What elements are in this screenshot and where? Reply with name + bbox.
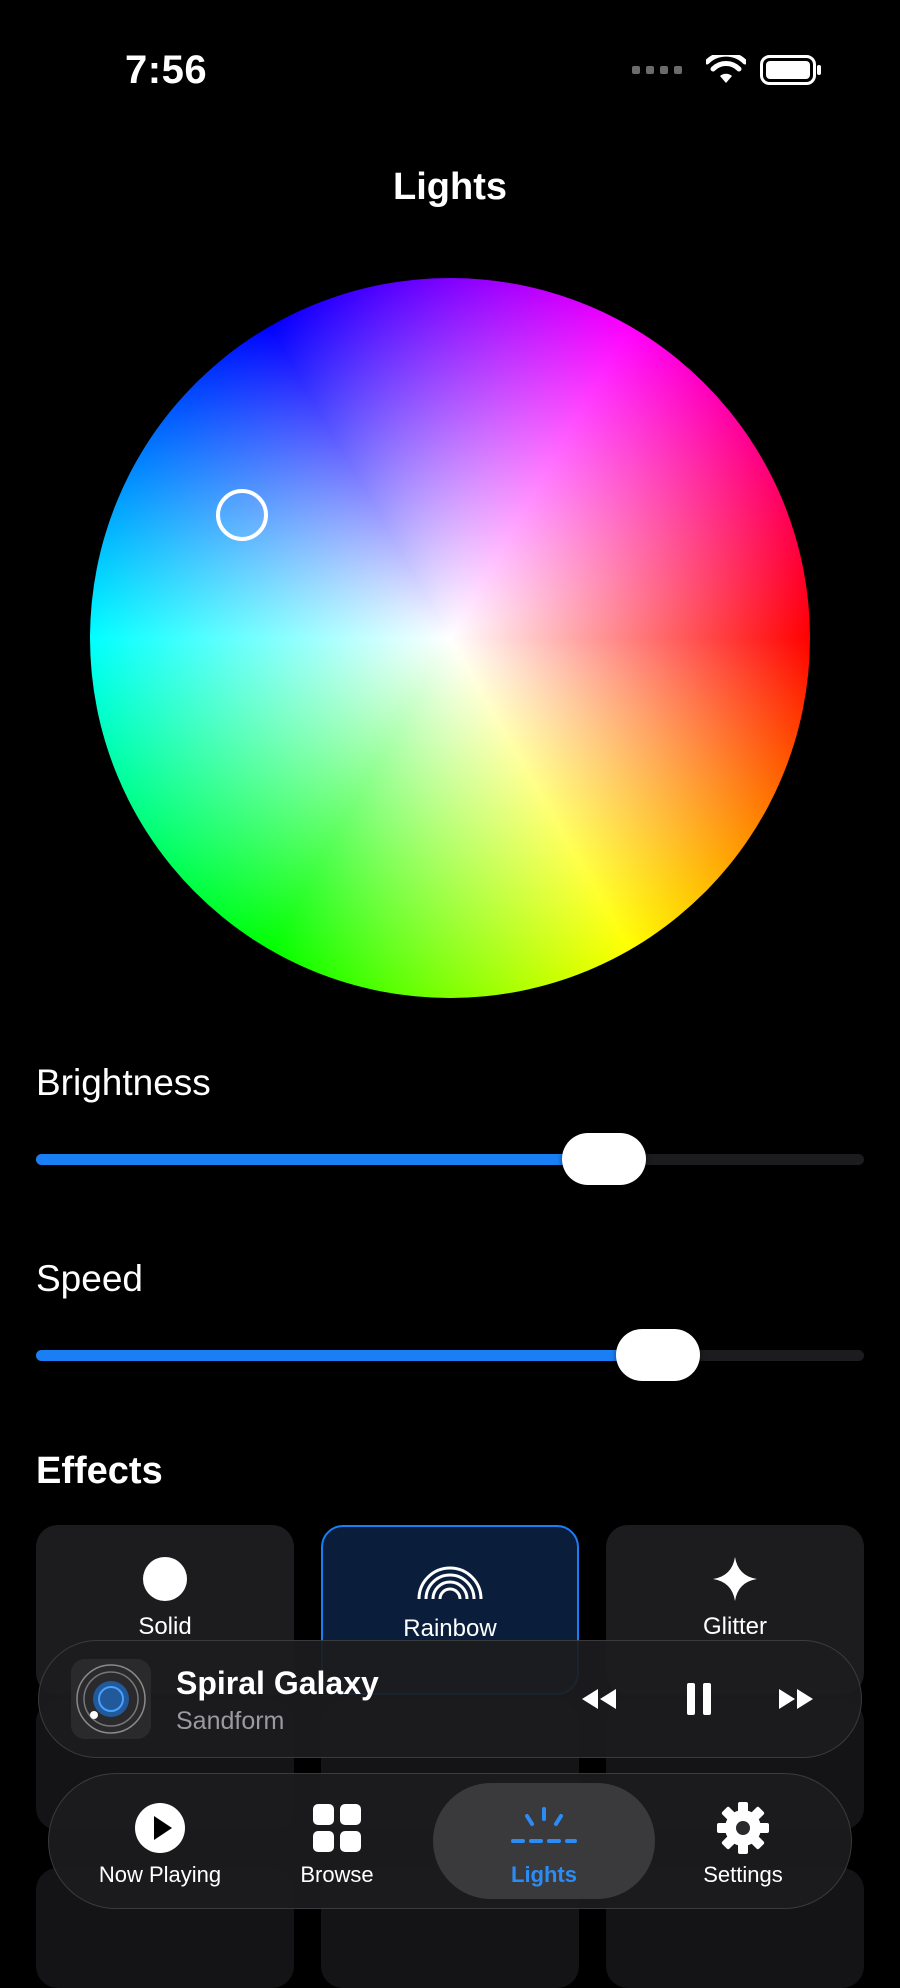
brightness-slider-thumb[interactable] bbox=[562, 1133, 646, 1185]
speed-slider-fill bbox=[36, 1350, 657, 1361]
grid-icon bbox=[313, 1804, 361, 1852]
speed-slider[interactable] bbox=[36, 1329, 864, 1381]
rainbow-icon bbox=[417, 1566, 483, 1600]
color-wheel-selector[interactable] bbox=[216, 489, 268, 541]
brightness-label: Brightness bbox=[36, 1062, 211, 1103]
play-circle-icon bbox=[135, 1803, 185, 1853]
tab-label: Settings bbox=[703, 1862, 783, 1887]
effect-label: Solid bbox=[138, 1613, 192, 1640]
track-artist: Sandform bbox=[176, 1707, 285, 1735]
wifi-icon bbox=[706, 55, 746, 83]
status-time: 7:56 bbox=[125, 48, 208, 92]
mini-player[interactable]: Spiral Galaxy Sandform bbox=[38, 1640, 862, 1758]
color-wheel[interactable] bbox=[90, 278, 810, 998]
fast-forward-icon[interactable] bbox=[776, 1679, 816, 1719]
cellular-signal-icon bbox=[632, 66, 682, 74]
tab-label: Browse bbox=[300, 1862, 374, 1887]
circle-icon bbox=[143, 1557, 187, 1601]
effect-label: Glitter bbox=[702, 1613, 767, 1640]
track-title: Spiral Galaxy bbox=[176, 1665, 379, 1701]
pause-icon[interactable] bbox=[679, 1679, 719, 1719]
tab-now-playing[interactable]: Now Playing bbox=[79, 1774, 241, 1910]
tab-browse[interactable]: Browse bbox=[271, 1774, 403, 1910]
sparkle-icon bbox=[713, 1557, 757, 1601]
gear-icon bbox=[717, 1802, 769, 1854]
tab-lights[interactable]: Lights bbox=[439, 1774, 649, 1910]
tab-settings[interactable]: Settings bbox=[669, 1774, 817, 1910]
tab-bar: Now Playing Browse Lights Settings bbox=[48, 1773, 852, 1909]
brightness-slider[interactable] bbox=[36, 1133, 864, 1185]
effect-label: Rainbow bbox=[403, 1615, 497, 1642]
lights-icon bbox=[511, 1807, 577, 1843]
tab-label: Now Playing bbox=[98, 1862, 222, 1887]
speed-slider-thumb[interactable] bbox=[616, 1329, 700, 1381]
status-icons bbox=[632, 55, 822, 85]
speed-label: Speed bbox=[36, 1258, 143, 1299]
rewind-icon[interactable] bbox=[579, 1679, 619, 1719]
brightness-slider-fill bbox=[36, 1154, 603, 1165]
battery-icon bbox=[760, 55, 821, 85]
tab-label: Lights bbox=[511, 1862, 577, 1887]
page-title: Lights bbox=[393, 166, 507, 208]
album-art bbox=[71, 1659, 151, 1739]
effects-heading: Effects bbox=[36, 1450, 163, 1492]
